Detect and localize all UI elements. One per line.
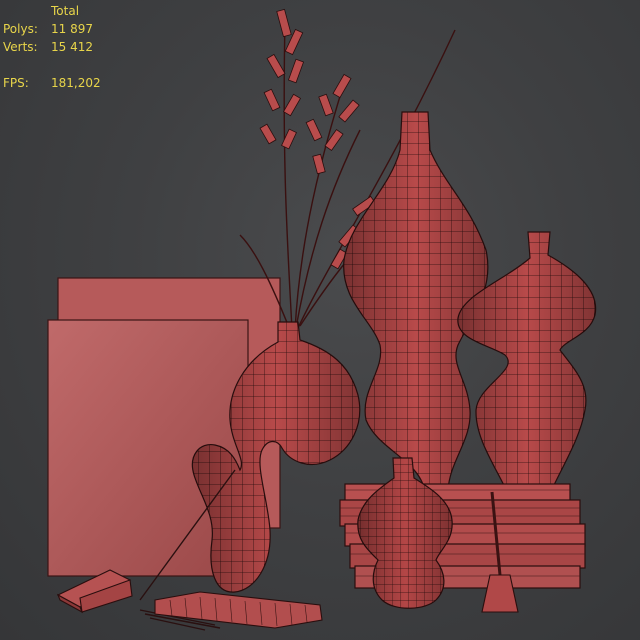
matchbox (154, 591, 323, 629)
fps-label: FPS: (3, 76, 29, 90)
fps-row: FPS: 181,202 (3, 74, 101, 92)
polys-value: 11 897 (51, 22, 93, 36)
viewport-statistics: Total Polys: 11 897 Verts: 15 412 FPS: 1… (3, 2, 101, 92)
verts-label: Verts: (3, 40, 38, 54)
fps-value: 181,202 (51, 76, 101, 90)
3d-viewport[interactable]: Total Polys: 11 897 Verts: 15 412 FPS: 1… (0, 0, 640, 640)
scene-render (47, 8, 597, 631)
polys-label: Polys: (3, 22, 38, 36)
tall-vase (343, 111, 489, 493)
polys-row: Polys: 11 897 (3, 20, 101, 38)
verts-value: 15 412 (51, 40, 93, 54)
stats-header: Total (51, 4, 80, 18)
verts-row: Verts: 15 412 (3, 38, 101, 56)
